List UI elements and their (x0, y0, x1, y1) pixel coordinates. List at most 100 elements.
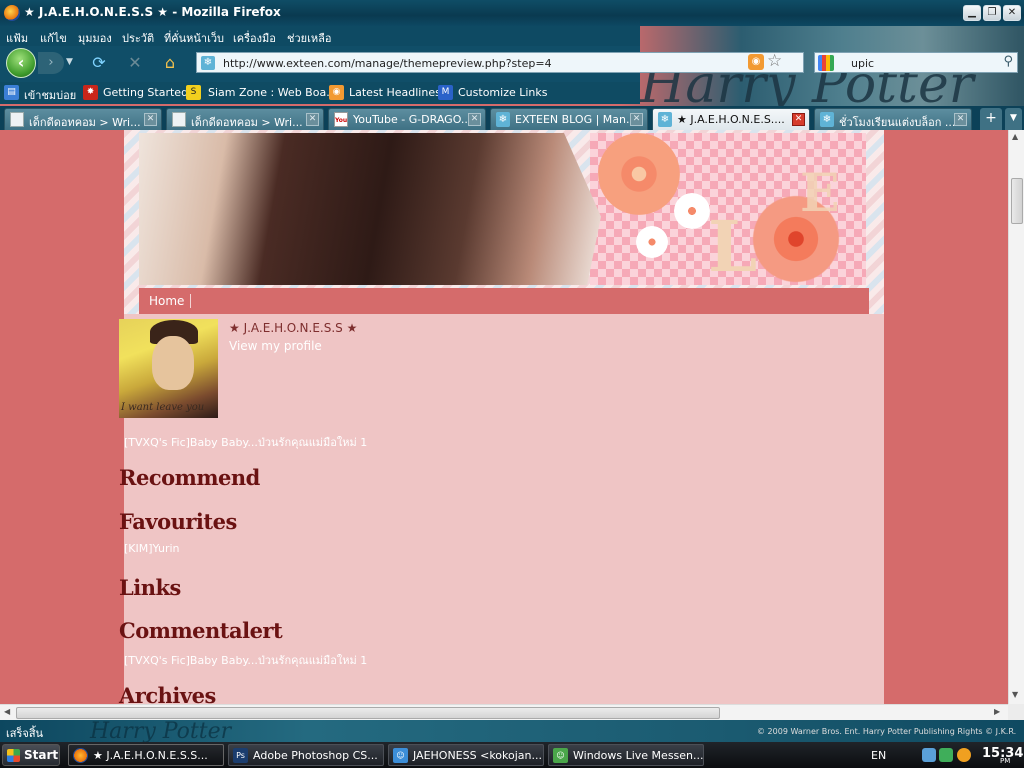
tab-exteen-blog[interactable]: ❄ EXTEEN BLOG | Man... ✕ (490, 108, 648, 130)
menu-tools[interactable]: เครื่องมือ (233, 29, 276, 47)
menu-view[interactable]: มุมมอง (78, 29, 112, 47)
messenger-tray-icon[interactable] (939, 748, 953, 762)
siam-zone-icon: S (186, 85, 201, 100)
scroll-down-icon[interactable]: ▼ (1012, 690, 1018, 699)
horizontal-scroll-thumb[interactable] (16, 707, 720, 719)
minimize-button[interactable]: ▁ (963, 5, 981, 21)
horizontal-scrollbar[interactable]: ◀ ▶ (0, 704, 1008, 720)
scroll-left-icon[interactable]: ◀ (4, 707, 10, 716)
favourite-link[interactable]: [KIM]Yurin (124, 542, 180, 555)
url-bar[interactable]: ❄ http://www.exteen.com/manage/themeprev… (196, 52, 804, 73)
menu-history[interactable]: ประวัติ (122, 29, 154, 47)
live-messenger-icon: ☺ (553, 748, 568, 763)
task-messenger-chat[interactable]: ☺ JAEHONESS <kokojan... (388, 744, 544, 766)
rss-icon[interactable]: ◉ (748, 54, 764, 70)
blog-nav-bar (139, 288, 869, 314)
recent-entry-link[interactable]: [TVXQ's Fic]Baby Baby...ป่วนรักคุณแม่มือ… (124, 433, 367, 451)
commentalert-heading: Commentalert (119, 618, 283, 643)
bookmark-star-icon[interactable]: ☆ (767, 51, 782, 71)
scroll-up-icon[interactable]: ▲ (1012, 132, 1018, 141)
system-clock[interactable]: 15:34 PM (982, 746, 1023, 765)
home-icon[interactable]: ⌂ (160, 53, 180, 73)
view-profile-link[interactable]: View my profile (229, 339, 322, 353)
start-button[interactable]: Start (2, 744, 60, 766)
close-tab-icon[interactable]: ✕ (792, 113, 805, 126)
restore-button[interactable]: ❐ (983, 5, 1001, 21)
close-tab-icon[interactable]: ✕ (630, 113, 643, 126)
bookmark-getting-started[interactable]: Getting Started (103, 86, 188, 99)
tab-dek-d-2[interactable]: เด็กดีดอทคอม > Wri... ✕ (166, 108, 324, 130)
theme-copyright: © 2009 Warner Bros. Ent. Harry Potter Pu… (757, 727, 1017, 736)
close-tab-icon[interactable]: ✕ (954, 113, 967, 126)
photoshop-icon: Ps (233, 748, 248, 763)
menu-edit[interactable]: แก้ไข (40, 29, 67, 47)
tab-label: เด็กดีดอทคอม > Wri... (29, 116, 141, 129)
stop-icon[interactable]: ✕ (125, 53, 145, 73)
task-label: ★ J.A.E.H.O.N.E.S.S... (93, 749, 208, 762)
tab-label: ชั่วโมงเรียนแต่งบล็อก ... (839, 116, 956, 129)
tab-dek-d-1[interactable]: เด็กดีดอทคอม > Wri... ✕ (4, 108, 162, 130)
page-icon (172, 112, 186, 127)
customize-links-icon: M (438, 85, 453, 100)
bookmark-siam-zone[interactable]: Siam Zone : Web Boa... (208, 86, 337, 99)
task-firefox[interactable]: ★ J.A.E.H.O.N.E.S.S... (68, 744, 224, 766)
task-live-messenger[interactable]: ☺ Windows Live Messen... (548, 744, 704, 766)
reload-icon[interactable]: ⟳ (89, 53, 109, 73)
back-icon[interactable]: ‹ (6, 48, 36, 78)
tab-label: EXTEEN BLOG | Man... (515, 113, 637, 126)
google-icon[interactable] (818, 55, 834, 71)
tab-youtube[interactable]: You YouTube - G-DRAGO... ✕ (328, 108, 486, 130)
status-bar: เสร็จสิ้น Harry Potter © 2009 Warner Bro… (0, 719, 1024, 744)
menu-bar: แฟ้ม แก้ไข มุมมอง ประวัติ ที่คั่นหน้าเว็… (0, 26, 640, 46)
menu-file[interactable]: แฟ้ม (6, 29, 28, 47)
search-query[interactable]: upic (851, 57, 874, 70)
scroll-corner (1008, 704, 1024, 720)
nav-home-link[interactable]: Home (149, 294, 184, 308)
theme-status-art: Harry Potter (90, 719, 232, 744)
tab-blog-lesson[interactable]: ❄ ชั่วโมงเรียนแต่งบล็อก ... ✕ (814, 108, 972, 130)
firefox-icon (4, 5, 20, 21)
bookmark-most-visited[interactable]: เข้าชมบ่อย (24, 86, 76, 104)
history-dropdown-icon[interactable]: ▼ (66, 57, 73, 67)
url-text[interactable]: http://www.exteen.com/manage/themeprevie… (223, 57, 552, 70)
network-icon[interactable] (922, 748, 936, 762)
scroll-right-icon[interactable]: ▶ (994, 707, 1000, 716)
blog-name: ★ J.A.E.H.O.N.E.S.S ★ (229, 321, 358, 335)
header-flower-decoration (598, 133, 680, 215)
close-window-button[interactable]: ✕ (1003, 5, 1021, 21)
avatar-face-art (152, 336, 194, 390)
task-photoshop[interactable]: Ps Adobe Photoshop CS... (228, 744, 384, 766)
vertical-scroll-thumb[interactable] (1011, 178, 1023, 224)
youtube-icon: You (334, 112, 348, 127)
task-label: JAEHONESS <kokojan... (413, 749, 542, 762)
vertical-scrollbar[interactable]: ▲ ▼ (1008, 130, 1024, 704)
window-titlebar: ★ J.A.E.H.O.N.E.S.S ★ - Mozilla Firefox (0, 0, 1024, 26)
avatar-caption: I want leave you (121, 402, 205, 413)
header-flower-decoration (636, 226, 668, 258)
new-tab-icon[interactable]: + (980, 108, 1002, 130)
header-photo (139, 133, 601, 285)
status-text: เสร็จสิ้น (6, 727, 44, 740)
forward-icon[interactable]: › (38, 52, 64, 74)
antivirus-icon[interactable] (957, 748, 971, 762)
close-tab-icon[interactable]: ✕ (306, 113, 319, 126)
task-label: Adobe Photoshop CS... (253, 749, 378, 762)
tab-list-icon[interactable]: ▼ (1005, 108, 1022, 130)
close-tab-icon[interactable]: ✕ (468, 113, 481, 126)
bookmark-customize-links[interactable]: Customize Links (458, 86, 548, 99)
bookmark-latest-headlines[interactable]: Latest Headlines (349, 86, 441, 99)
header-letter-decoration: L (708, 205, 758, 288)
clock-ampm: PM (1000, 757, 1011, 765)
search-icon[interactable]: ⚲ (1003, 54, 1013, 69)
search-input[interactable]: upic ⚲ (814, 52, 1018, 73)
page-icon (10, 112, 24, 127)
language-indicator[interactable]: EN (871, 749, 886, 762)
menu-help[interactable]: ช่วยเหลือ (287, 29, 331, 47)
tab-jaehoness[interactable]: ❄ ★ J.A.E.H.O.N.E.S.... ✕ (652, 108, 810, 130)
tab-label: เด็กดีดอทคอม > Wri... (191, 116, 303, 129)
header-letter-decoration: E (800, 163, 840, 224)
menu-bookmarks[interactable]: ที่คั่นหน้าเว็บ (164, 29, 224, 47)
comment-alert-link[interactable]: [TVXQ's Fic]Baby Baby...ป่วนรักคุณแม่มือ… (124, 651, 367, 669)
close-tab-icon[interactable]: ✕ (144, 113, 157, 126)
firefox-icon (73, 748, 88, 763)
